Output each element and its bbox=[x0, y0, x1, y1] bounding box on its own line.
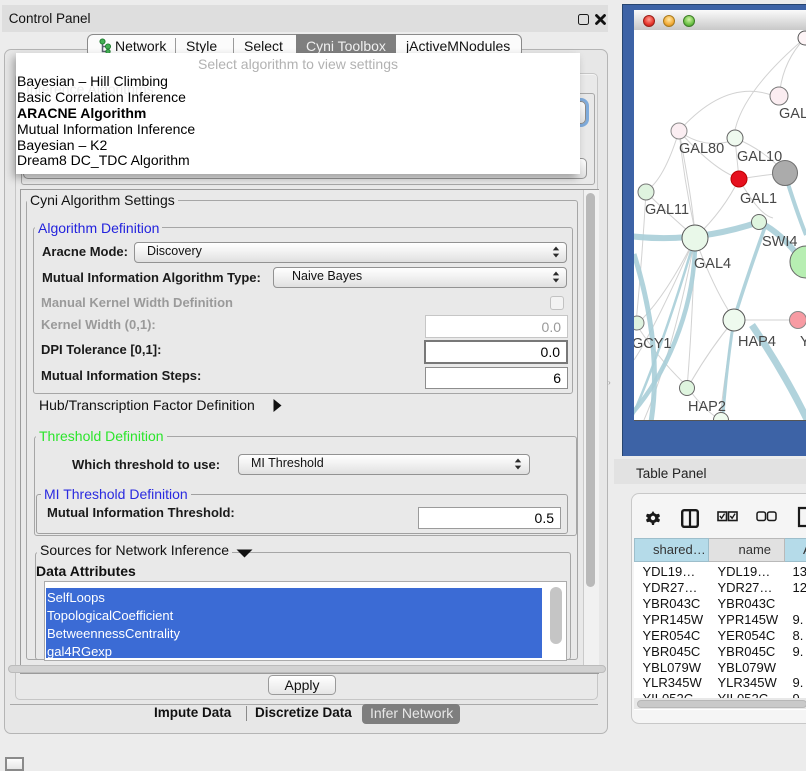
svg-text:GAL10: GAL10 bbox=[737, 149, 782, 165]
svg-text:SWI4: SWI4 bbox=[762, 234, 797, 250]
svg-text:GAL1: GAL1 bbox=[740, 191, 777, 207]
svg-text:HAP2: HAP2 bbox=[688, 399, 726, 415]
svg-text:GAL80: GAL80 bbox=[679, 141, 724, 157]
svg-text:Y: Y bbox=[800, 334, 806, 350]
svg-text:GCY1: GCY1 bbox=[634, 336, 672, 352]
svg-text:HAP4: HAP4 bbox=[738, 334, 776, 350]
svg-text:GAL4: GAL4 bbox=[694, 256, 731, 272]
svg-text:GAL11: GAL11 bbox=[645, 202, 689, 218]
svg-text:GAL: GAL bbox=[779, 106, 806, 122]
